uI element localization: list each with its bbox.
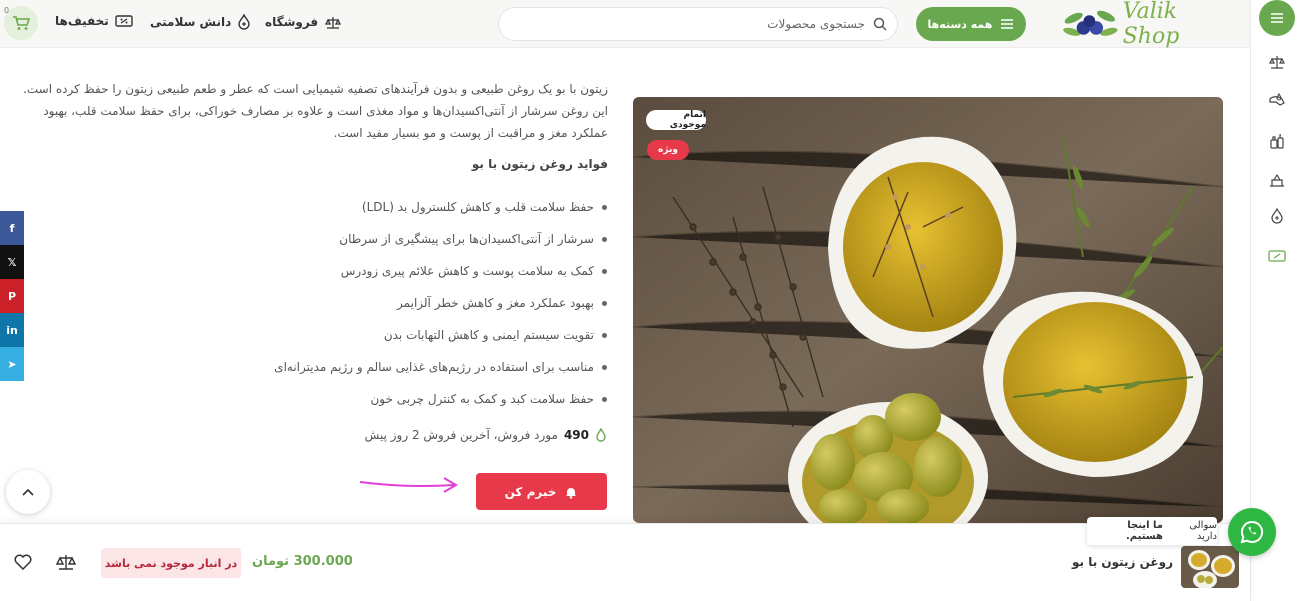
search-icon[interactable] [873,17,887,31]
compare-scale-icon [55,555,77,570]
shop-scale-icon [1269,56,1285,69]
sticky-product-name: روغن زیتون با بو [1071,555,1173,569]
facebook-icon: f [9,221,15,235]
cart-button[interactable]: 0 [4,6,38,40]
bullet-icon [602,268,607,274]
wishlist-button[interactable] [14,554,32,574]
benefit-text: مناسب برای استفاده در رژیم‌های غذایی سال… [274,360,594,374]
out-of-stock-badge: اتمام موجودی [646,110,706,130]
bullet-icon [602,236,607,242]
hamburger-icon [1271,13,1283,23]
notify-me-label: خبرم کن [504,484,557,499]
share-telegram[interactable]: ➤ [0,347,24,381]
logo[interactable]: Valik Shop [1062,0,1238,49]
share-facebook[interactable]: f [0,211,24,245]
bottle-icon [1270,134,1284,149]
chevron-up-icon [22,488,34,496]
nav-health-knowledge[interactable]: دانش سلامتی [150,14,251,30]
all-categories-label: همه دسته‌ها [927,17,993,31]
sidebar-item-oils[interactable] [1267,90,1287,110]
sidebar-menu-button[interactable] [1259,0,1295,36]
pointer-arrow-icon [359,477,458,493]
bullet-icon [602,396,607,402]
benefit-text: تقویت سیستم ایمنی و کاهش التهابات بدن [383,328,594,342]
sales-count: 490 [563,428,589,442]
pinterest-icon: P [7,289,17,303]
health-drop-icon [1271,207,1283,224]
shop-scale-icon [325,17,342,29]
benefit-item: کمک به سلامت پوست و کاهش علائم پیری زودر… [341,264,607,278]
sticky-price: 300.000 تومان [252,554,353,569]
benefit-item: سرشار از آنتی‌اکسیدان‌ها برای پیشگیری از… [339,232,607,246]
stock-status-badge: در انبار موجود نمی باشد [101,548,241,578]
scroll-to-top-button[interactable] [6,470,50,514]
bell-icon [566,487,577,499]
nav-shop-label: فروشگاه [265,15,319,29]
menu-lines-icon [1001,19,1014,29]
sidebar-item-bottles[interactable] [1267,131,1287,151]
olive-oil-photo [633,97,1223,523]
whatsapp-icon [1240,520,1264,544]
special-badge: ویژه [647,140,689,160]
fire-drop-icon [596,428,606,442]
sidebar-item-shop[interactable] [1267,52,1287,72]
cart-count: 0 [4,6,10,15]
mill-icon [1270,173,1284,187]
share-pinterest[interactable]: P [0,279,24,313]
olive-branch-icon [1063,10,1118,36]
benefit-text: سرشار از آنتی‌اکسیدان‌ها برای پیشگیری از… [339,232,594,246]
all-categories-button[interactable]: همه دسته‌ها [916,7,1026,41]
page: 0 تخفیف‌ها دانش سلامتی فروشگاه همه دسته‌… [0,0,1300,601]
discount-ticket-icon [115,15,133,27]
nav-discounts-label: تخفیف‌ها [55,14,109,28]
nav-shop[interactable]: فروشگاه [265,14,342,30]
share-x[interactable]: 𝕏 [0,245,24,279]
benefit-item: تقویت سیستم ایمنی و کاهش التهابات بدن [384,328,607,342]
notify-me-button[interactable]: خبرم کن [476,473,607,510]
bullet-icon [602,300,607,306]
whatsapp-tooltip-prefix: سوالی دارید [1189,520,1217,542]
benefit-item: حفظ سلامت کبد و کمک به کنترل چربی خون [370,392,607,406]
bullet-icon [602,204,607,210]
header: 0 تخفیف‌ها دانش سلامتی فروشگاه همه دسته‌… [0,0,1250,49]
sales-info: 490 مورد فروش، آخرین فروش 2 روز پیش [365,428,607,442]
benefit-item: حفظ سلامت قلب و کاهش کلسترول بد (LDL) [362,200,607,214]
sticky-product-thumbnail [1181,546,1239,588]
sidebar-item-grinder[interactable] [1267,170,1287,190]
heart-icon [14,554,32,571]
sidebar-item-discounts[interactable] [1267,246,1287,266]
sales-text: مورد فروش، آخرین فروش 2 روز پیش [364,428,558,442]
health-drop-icon [238,14,251,30]
x-icon: 𝕏 [7,255,17,269]
benefit-text: بهبود عملکرد مغز و کاهش خطر آلزایمر [397,296,594,310]
benefit-text: حفظ سلامت قلب و کاهش کلسترول بد (LDL) [361,200,594,214]
cart-icon [13,16,30,30]
nav-health-label: دانش سلامتی [150,15,232,29]
benefits-title: فواید روغن زیتون با بو [471,157,608,171]
search-input[interactable] [665,17,865,31]
benefit-item: مناسب برای استفاده در رژیم‌های غذایی سال… [274,360,607,374]
compare-button[interactable] [55,553,77,575]
discount-ticket-icon [1268,250,1286,262]
bullet-icon [602,364,607,370]
search-bar[interactable] [498,7,898,41]
linkedin-icon: in [6,323,18,337]
benefit-item: بهبود عملکرد مغز و کاهش خطر آلزایمر [397,296,607,310]
telegram-icon: ➤ [7,357,17,371]
share-linkedin[interactable]: in [0,313,24,347]
whatsapp-tooltip-bold: ما اینجا هستیم. [1126,520,1163,542]
product-description: زیتون با بو یک روغن طبیعی و بدون فرآینده… [23,82,608,140]
benefit-text: حفظ سلامت کبد و کمک به کنترل چربی خون [370,392,594,406]
whatsapp-tooltip: سوالی دارید ما اینجا هستیم. [1087,517,1217,545]
bullet-icon [602,332,607,338]
sidebar-item-health[interactable] [1267,206,1287,226]
benefit-text: کمک به سلامت پوست و کاهش علائم پیری زودر… [340,264,594,278]
product-image[interactable] [633,97,1223,523]
logo-text: Valik Shop [1122,0,1180,49]
nav-discounts[interactable]: تخفیف‌ها [55,14,133,28]
whatsapp-button[interactable] [1228,508,1276,556]
drop-hand-icon [1269,92,1285,106]
